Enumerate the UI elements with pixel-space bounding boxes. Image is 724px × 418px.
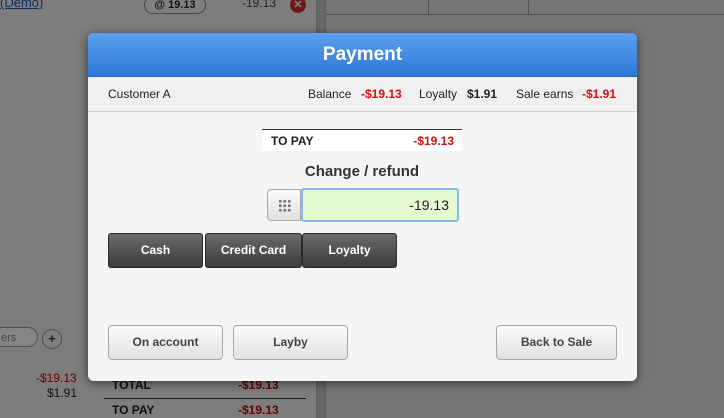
customer-info-bar: Customer A Balance -$19.13 Loyalty $1.91… <box>88 77 637 112</box>
loyalty-label: Loyalty <box>419 87 458 101</box>
balance-value: -$19.13 <box>361 87 402 101</box>
sale-earns-label: Sale earns <box>516 87 574 101</box>
sale-earns-value: -$1.91 <box>582 87 617 101</box>
customer-name: Customer A <box>108 87 171 101</box>
balance-label: Balance <box>308 87 352 101</box>
back-to-sale-button[interactable]: Back to Sale <box>496 325 617 360</box>
cash-button[interactable]: Cash <box>108 233 203 268</box>
to-pay-label: TO PAY <box>271 134 314 148</box>
layby-button[interactable]: Layby <box>233 325 348 360</box>
to-pay-value: -$19.13 <box>413 134 454 148</box>
payment-dialog: Payment Customer A Balance -$19.13 Loyal… <box>88 33 637 381</box>
loyalty-value: $1.91 <box>467 87 498 101</box>
change-refund-label: Change / refund <box>304 163 420 180</box>
credit-card-button[interactable]: Credit Card <box>205 233 302 268</box>
on-account-button[interactable]: On account <box>108 325 223 360</box>
loyalty-button[interactable]: Loyalty <box>302 233 397 268</box>
keypad-icon <box>278 199 291 212</box>
to-pay-box: TO PAY -$19.13 <box>262 129 462 151</box>
payment-amount-input[interactable] <box>301 188 459 222</box>
dialog-title: Payment <box>88 33 637 77</box>
keypad-toggle-button[interactable] <box>267 189 301 221</box>
